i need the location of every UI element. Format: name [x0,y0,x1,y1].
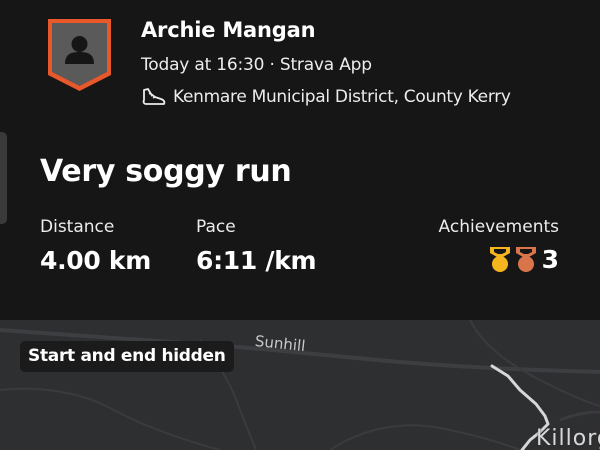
gold-medal-icon [489,246,510,272]
athlete-avatar[interactable] [46,17,113,93]
distance-label: Distance [40,217,115,237]
map-town-label: Killorg [536,426,600,450]
avatar-icon [48,19,111,91]
achievements[interactable]: 3 [488,245,559,274]
achievements-label: Achievements [438,217,559,237]
athlete-name[interactable]: Archie Mangan [141,18,316,42]
side-drawer-handle[interactable] [0,132,7,224]
location-text: Kenmare Municipal District, County Kerry [173,87,511,107]
activity-card[interactable]: Archie Mangan Today at 16:30 · Strava Ap… [0,0,600,320]
activity-location: Kenmare Municipal District, County Kerry [141,86,511,108]
pace-value: 6:11 /km [196,246,317,275]
privacy-badge: Start and end hidden [20,341,234,372]
activity-timestamp: Today at 16:30 · Strava App [141,55,372,75]
bronze-medal-icon [515,246,536,272]
pace-label: Pace [196,217,236,237]
distance-value: 4.00 km [40,246,151,275]
shoe-icon [142,88,166,105]
achievements-count: 3 [541,245,559,274]
activity-title[interactable]: Very soggy run [40,154,292,189]
